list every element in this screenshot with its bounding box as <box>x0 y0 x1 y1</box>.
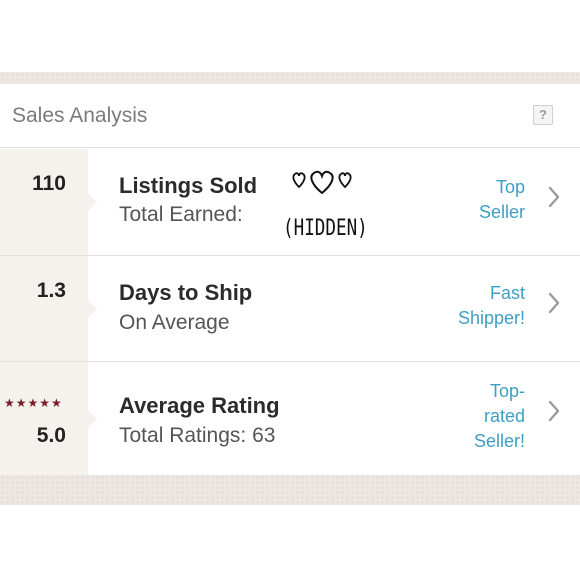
days-to-ship-value: 1.3 <box>36 279 66 302</box>
background-strip-bottom <box>0 475 580 505</box>
badge-line: Top <box>495 177 525 197</box>
total-ratings-label: Total Ratings: 63 <box>119 424 276 447</box>
average-rating-label: Average Rating <box>119 393 280 418</box>
top-rated-seller-badge[interactable]: Top- rated Seller! <box>435 379 525 454</box>
panel-title: Sales Analysis <box>12 104 148 127</box>
top-seller-badge[interactable]: Top Seller <box>435 175 525 225</box>
badge-line: Top- <box>489 381 525 401</box>
badge-line: Shipper! <box>457 308 525 328</box>
badge-line: Seller <box>478 202 525 222</box>
stat-row-days-to-ship[interactable]: 1.3 Days to Ship On Average Fast Shipper… <box>0 256 580 362</box>
hand-drawn-hearts-icon <box>292 170 352 195</box>
chevron-right-icon[interactable] <box>547 292 561 314</box>
listings-sold-count: 110 <box>32 172 66 195</box>
cell-notch <box>88 409 97 428</box>
help-button[interactable]: ? <box>533 105 553 125</box>
background-strip-top <box>0 72 580 84</box>
total-earned-label: Total Earned: <box>119 203 243 226</box>
badge-line: Fast <box>489 283 525 303</box>
cell-notch <box>88 299 97 318</box>
panel-header: Sales Analysis ? <box>0 84 580 148</box>
stat-value-cell: 110 <box>0 149 88 255</box>
badge-line: rated <box>483 406 525 426</box>
stat-value-cell: ★★★★★ 5.0 <box>0 362 88 475</box>
badge-line: Seller! <box>473 431 525 451</box>
chevron-right-icon[interactable] <box>547 400 561 422</box>
cell-notch <box>88 193 97 211</box>
sales-analysis-panel: Sales Analysis ? 110 Listings Sold Total… <box>0 84 580 475</box>
on-average-label: On Average <box>119 311 230 334</box>
hidden-earnings-note: (HIDDEN) <box>283 216 368 241</box>
fast-shipper-badge[interactable]: Fast Shipper! <box>435 281 525 331</box>
average-rating-value: 5.0 <box>36 424 66 447</box>
stat-value-cell: 1.3 <box>0 256 88 361</box>
chevron-right-icon[interactable] <box>547 186 561 208</box>
days-to-ship-label: Days to Ship <box>119 280 253 305</box>
star-rating-icon: ★★★★★ <box>4 396 63 410</box>
listings-sold-label: Listings Sold <box>119 173 258 198</box>
stat-row-average-rating[interactable]: ★★★★★ 5.0 Average Rating Total Ratings: … <box>0 362 580 475</box>
